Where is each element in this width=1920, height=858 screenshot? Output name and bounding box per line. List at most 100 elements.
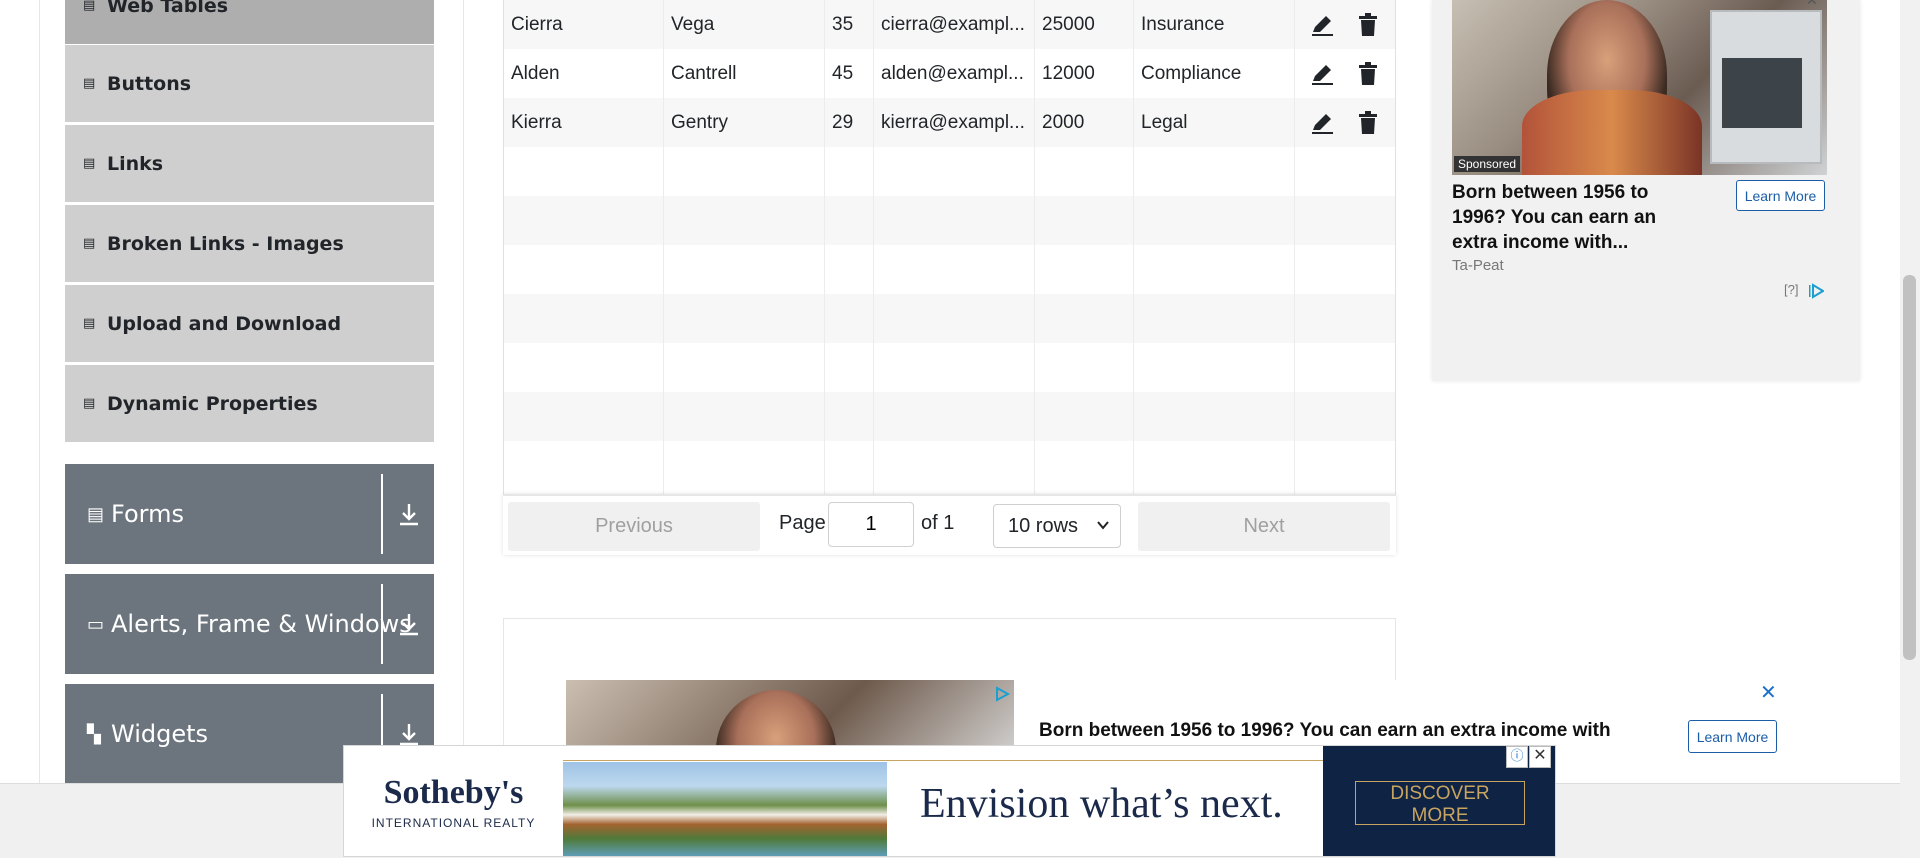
download-arrow-icon[interactable] bbox=[395, 500, 423, 528]
sidebar-group-label: Widgets bbox=[111, 720, 209, 748]
table-row: Kierra Gentry 29 kierra@exampl... 2000 L… bbox=[504, 98, 1395, 147]
sidebar-item-broken-links[interactable]: ▤ Broken Links - Images bbox=[65, 204, 434, 282]
delete-trash-icon[interactable] bbox=[1355, 12, 1381, 38]
sidebar-left-border bbox=[39, 0, 40, 783]
table-row-empty bbox=[504, 245, 1395, 294]
cell-first-name: Alden bbox=[504, 49, 664, 98]
ad-image-screen bbox=[1722, 58, 1802, 128]
cell-actions bbox=[1295, 49, 1395, 98]
sidebar-group-label: Alerts, Frame & Windows bbox=[111, 610, 412, 638]
cell-age: 29 bbox=[825, 98, 874, 147]
sidebar-item-web-tables[interactable]: ▤ Web Tables bbox=[65, 0, 434, 44]
sidebar-item-buttons[interactable]: ▤ Buttons bbox=[65, 44, 434, 122]
html5-icon: ▤ bbox=[83, 0, 96, 13]
sidebar-item-label: Dynamic Properties bbox=[107, 392, 318, 415]
ad-info-icon[interactable]: ⓘ bbox=[1506, 746, 1528, 768]
banner-divider bbox=[563, 760, 1333, 761]
sidebar-group-alerts[interactable]: ▭ Alerts, Frame & Windows bbox=[65, 574, 434, 674]
ad-image[interactable] bbox=[1452, 0, 1827, 175]
edit-pencil-icon[interactable] bbox=[1309, 110, 1335, 136]
cell-actions bbox=[1295, 0, 1395, 49]
delete-trash-icon[interactable] bbox=[1355, 61, 1381, 87]
table-row-empty bbox=[504, 343, 1395, 392]
html5-icon: ▤ bbox=[83, 396, 96, 411]
cell-age: 45 bbox=[825, 49, 874, 98]
html5-icon: ▤ bbox=[83, 76, 96, 91]
banner-tagline: Envision what’s next. bbox=[920, 781, 1283, 827]
edit-pencil-icon[interactable] bbox=[1309, 12, 1335, 38]
scrollbar-thumb[interactable] bbox=[1903, 275, 1916, 660]
page-number-input[interactable] bbox=[828, 502, 914, 547]
sidebar-group-label: Forms bbox=[111, 500, 184, 528]
cell-last-name: Gentry bbox=[664, 98, 825, 147]
cell-salary: 25000 bbox=[1035, 0, 1134, 49]
delete-trash-icon[interactable] bbox=[1355, 110, 1381, 136]
ad-image-dress bbox=[1522, 90, 1702, 175]
sidebar-item-dynamic-properties[interactable]: ▤ Dynamic Properties bbox=[65, 364, 434, 442]
close-icon[interactable]: ✕ bbox=[1760, 680, 1777, 705]
ad-help-link[interactable]: [?] bbox=[1784, 282, 1798, 297]
table-row-empty bbox=[504, 147, 1395, 196]
adchoices-icon[interactable] bbox=[1808, 283, 1824, 299]
side-ad[interactable]: ✕ Sponsored Born between 1956 to 1996? Y… bbox=[1432, 0, 1860, 381]
cell-first-name: Cierra bbox=[504, 0, 664, 49]
ad-headline[interactable]: Born between 1956 to 1996? You can earn … bbox=[1039, 720, 1611, 742]
close-icon[interactable]: ✕ bbox=[1529, 746, 1551, 768]
window-icon: ▭ bbox=[87, 613, 105, 634]
brand-subtitle: INTERNATIONAL REALTY bbox=[371, 816, 536, 830]
cell-email: cierra@exampl... bbox=[874, 0, 1035, 49]
cell-last-name: Cantrell bbox=[664, 49, 825, 98]
ad-brand: Ta-Peat bbox=[1452, 257, 1504, 274]
table-row-empty bbox=[504, 196, 1395, 245]
cell-age: 35 bbox=[825, 0, 874, 49]
rows-per-page-value: 10 rows bbox=[1008, 514, 1079, 537]
sidebar-group-forms[interactable]: ▤ Forms bbox=[65, 464, 434, 564]
sidebar-item-label: Upload and Download bbox=[107, 312, 342, 335]
table-row-empty bbox=[504, 441, 1395, 494]
next-button[interactable]: Next bbox=[1138, 502, 1390, 551]
sponsored-label: Sponsored bbox=[1454, 156, 1521, 172]
cell-first-name: Kierra bbox=[504, 98, 664, 147]
cell-email: kierra@exampl... bbox=[874, 98, 1035, 147]
cell-salary: 12000 bbox=[1035, 49, 1134, 98]
banner-ad[interactable]: Sotheby's INTERNATIONAL REALTY Envision … bbox=[343, 745, 1556, 857]
learn-more-button[interactable]: Learn More bbox=[1688, 720, 1777, 753]
sidebar-item-label: Broken Links - Images bbox=[107, 232, 344, 255]
html5-icon: ▤ bbox=[83, 236, 96, 251]
web-table: Cierra Vega 35 cierra@exampl... 25000 In… bbox=[503, 0, 1396, 555]
cell-salary: 2000 bbox=[1035, 98, 1134, 147]
widgets-icon: ▚ bbox=[87, 723, 101, 744]
close-icon[interactable]: ✕ bbox=[1806, 0, 1818, 9]
cell-last-name: Vega bbox=[664, 0, 825, 49]
html5-icon: ▤ bbox=[83, 316, 96, 331]
group-divider bbox=[381, 474, 383, 554]
brand-name: Sotheby's bbox=[383, 774, 524, 811]
discover-more-button[interactable]: DISCOVER MORE bbox=[1355, 781, 1525, 826]
learn-more-button[interactable]: Learn More bbox=[1736, 180, 1825, 211]
chevron-down-icon bbox=[1097, 521, 1109, 530]
edit-pencil-icon[interactable] bbox=[1309, 61, 1335, 87]
ad-headline[interactable]: Born between 1956 to 1996? You can earn … bbox=[1452, 180, 1682, 255]
table-row: Cierra Vega 35 cierra@exampl... 25000 In… bbox=[504, 0, 1395, 49]
group-divider bbox=[381, 584, 383, 664]
previous-button[interactable]: Previous bbox=[508, 502, 760, 551]
adchoices-icon[interactable] bbox=[994, 686, 1010, 702]
sidebar-item-upload-download[interactable]: ▤ Upload and Download bbox=[65, 284, 434, 362]
table-row: Alden Cantrell 45 alden@exampl... 12000 … bbox=[504, 49, 1395, 98]
download-arrow-icon[interactable] bbox=[395, 720, 423, 748]
sidebar-item-label: Buttons bbox=[107, 72, 192, 95]
html5-icon: ▤ bbox=[83, 156, 96, 171]
sidebar-item-label: Web Tables bbox=[107, 0, 229, 17]
cell-department: Legal bbox=[1134, 98, 1295, 147]
cell-email: alden@exampl... bbox=[874, 49, 1035, 98]
cell-actions bbox=[1295, 98, 1395, 147]
sidebar-right-border bbox=[463, 0, 464, 783]
page-label: Page bbox=[779, 512, 826, 534]
sidebar-item-links[interactable]: ▤ Links bbox=[65, 124, 434, 202]
cell-department: Compliance bbox=[1134, 49, 1295, 98]
page-total: of 1 bbox=[921, 512, 955, 534]
download-arrow-icon[interactable] bbox=[395, 610, 423, 638]
form-icon: ▤ bbox=[87, 503, 105, 524]
pagination-bar: Previous Page of 1 10 rows Next bbox=[503, 494, 1396, 555]
rows-per-page-select[interactable]: 10 rows bbox=[993, 504, 1121, 548]
